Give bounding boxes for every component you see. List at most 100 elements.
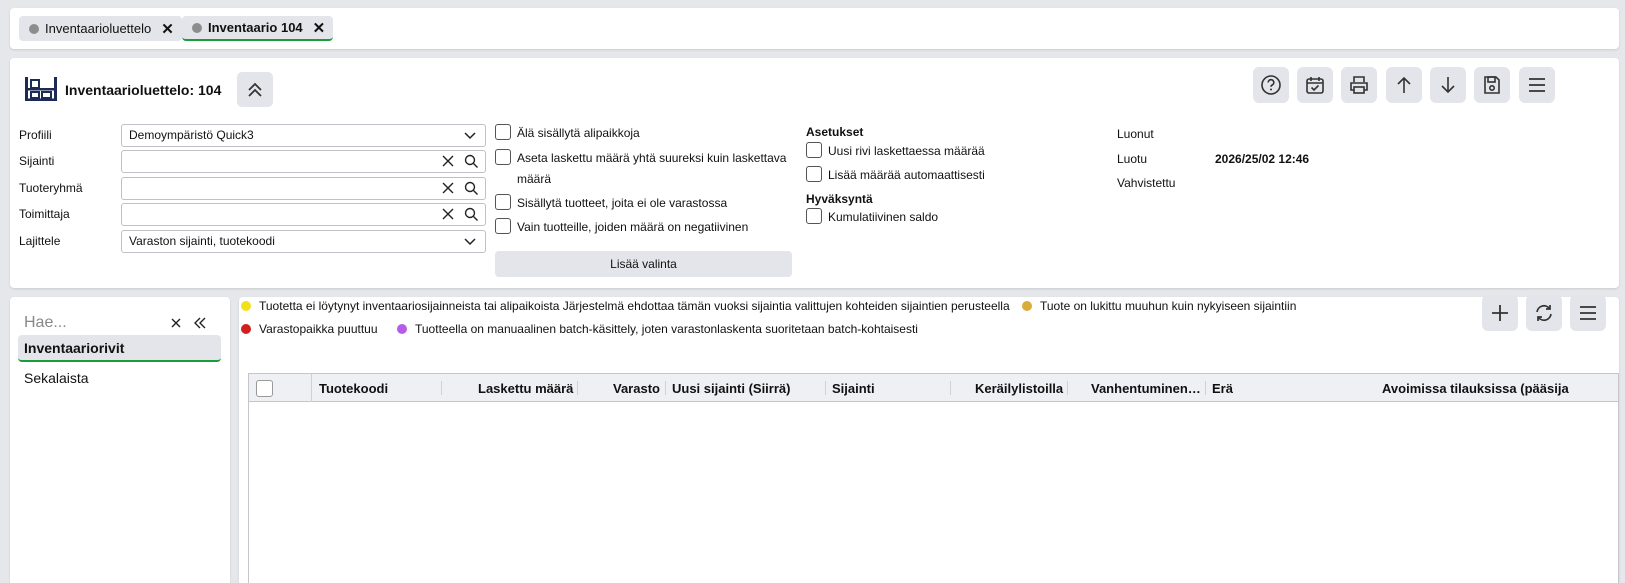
plus-icon xyxy=(1490,303,1510,323)
checkbox[interactable] xyxy=(806,166,822,182)
option-label: Sisällytä tuotteet, joita ei ole varasto… xyxy=(517,196,728,210)
search-input[interactable]: Hae... xyxy=(24,314,67,332)
option-label: Uusi rivi laskettaessa määrää xyxy=(828,144,985,158)
page-title: Inventaarioluettelo: 104 xyxy=(65,82,222,98)
search-icon[interactable] xyxy=(464,154,479,169)
grid-menu-button[interactable] xyxy=(1570,295,1606,331)
help-button[interactable] xyxy=(1253,67,1289,103)
location-label: Sijainti xyxy=(19,154,55,168)
include-not-in-stock-option[interactable]: Sisällytä tuotteet, joita ei ole varasto… xyxy=(495,193,727,214)
column-divider xyxy=(950,381,951,395)
confirmed-label: Vahvistettu xyxy=(1117,176,1176,190)
profile-label: Profiili xyxy=(19,128,52,142)
sidebar-item-sekalaista[interactable]: Sekalaista xyxy=(18,365,221,392)
tab-bar: Inventaarioluettelo ✕ Inventaario 104 ✕ xyxy=(10,8,1619,49)
settings-heading: Asetukset xyxy=(806,125,864,139)
clear-icon[interactable] xyxy=(441,207,455,221)
sort-value: Varaston sijainti, tuotekoodi xyxy=(129,234,275,248)
option-label: Älä sisällytä alipaikkoja xyxy=(517,126,640,140)
clear-icon[interactable] xyxy=(441,181,455,195)
checkbox[interactable] xyxy=(495,218,511,234)
grid-header: Tuotekoodi Laskettu määrä Varasto Uusi s… xyxy=(249,374,1618,402)
location-input[interactable] xyxy=(121,150,486,173)
column-header[interactable]: Keräilylistoilla xyxy=(975,381,1063,396)
search-icon[interactable] xyxy=(464,181,479,196)
collapse-left-icon[interactable] xyxy=(193,316,207,330)
profile-select[interactable]: Demoympäristö Quick3 xyxy=(121,124,486,147)
clear-icon[interactable] xyxy=(170,317,182,329)
column-header[interactable]: Laskettu määrä xyxy=(478,381,573,396)
close-icon[interactable]: ✕ xyxy=(313,19,326,37)
print-icon xyxy=(1348,74,1370,96)
save-button[interactable] xyxy=(1474,67,1510,103)
column-header[interactable]: Vanhentuminen… xyxy=(1091,381,1201,396)
calendar-check-icon xyxy=(1304,74,1326,96)
option-label: Kumulatiivinen saldo xyxy=(828,210,939,224)
tab-inventaario-104[interactable]: Inventaario 104 ✕ xyxy=(182,16,334,41)
search-icon[interactable] xyxy=(464,207,479,222)
save-icon xyxy=(1481,74,1503,96)
column-header[interactable]: Tuotekoodi xyxy=(319,381,388,396)
arrow-up-icon xyxy=(1393,74,1415,96)
add-row-button[interactable] xyxy=(1482,295,1518,331)
chevron-down-icon xyxy=(464,235,476,247)
legend-text: Tuotteella on manuaalinen batch-käsittel… xyxy=(415,322,918,336)
sort-select[interactable]: Varaston sijainti, tuotekoodi xyxy=(121,230,486,253)
collapse-button[interactable] xyxy=(237,72,273,107)
supplier-input[interactable] xyxy=(121,203,486,226)
column-divider xyxy=(1067,381,1068,395)
column-header[interactable]: Erä xyxy=(1212,381,1233,396)
legend-item: Tuote on lukittu muuhun kuin nykyiseen s… xyxy=(1022,299,1296,313)
move-up-button[interactable] xyxy=(1386,67,1422,103)
checkbox[interactable] xyxy=(495,149,511,165)
checkbox[interactable] xyxy=(806,208,822,224)
column-divider xyxy=(441,381,442,395)
confirm-button[interactable] xyxy=(1297,67,1333,103)
amber-dot-icon xyxy=(1022,301,1032,311)
close-icon[interactable]: ✕ xyxy=(161,20,174,38)
cumulative-option[interactable]: Kumulatiivinen saldo xyxy=(806,207,938,228)
checkbox[interactable] xyxy=(495,194,511,210)
checkbox[interactable] xyxy=(806,142,822,158)
sort-label: Lajittele xyxy=(19,234,61,248)
print-button[interactable] xyxy=(1341,67,1377,103)
add-selection-button[interactable]: Lisää valinta xyxy=(495,251,792,277)
clear-icon[interactable] xyxy=(441,154,455,168)
column-header[interactable]: Uusi sijainti (Siirrä) xyxy=(672,381,790,396)
sidebar-item-inventaariorivit[interactable]: Inventaariorivit xyxy=(18,335,221,362)
column-divider xyxy=(311,374,312,402)
inventory-shelf-icon xyxy=(24,74,58,102)
sidebar: Hae... Inventaariorivit Sekalaista xyxy=(10,297,230,583)
product-group-label: Tuoteryhmä xyxy=(19,181,83,195)
refresh-icon xyxy=(1533,302,1555,324)
created-label: Luotu xyxy=(1117,152,1148,166)
red-dot-icon xyxy=(241,324,251,334)
move-down-button[interactable] xyxy=(1430,67,1466,103)
column-header[interactable]: Varasto xyxy=(613,381,660,396)
column-header[interactable]: Sijainti xyxy=(832,381,875,396)
legend-text: Tuote on lukittu muuhun kuin nykyiseen s… xyxy=(1040,299,1297,313)
option-label: Vain tuotteille, joiden määrä on negatii… xyxy=(517,220,749,234)
created-value: 2026/25/02 12:46 xyxy=(1215,152,1310,166)
chevron-down-icon xyxy=(464,129,476,141)
checkbox[interactable] xyxy=(495,124,511,140)
new-row-option[interactable]: Uusi rivi laskettaessa määrää xyxy=(806,141,985,162)
select-all-checkbox[interactable] xyxy=(256,380,273,397)
tab-inventaarioluettelo[interactable]: Inventaarioluettelo ✕ xyxy=(19,16,182,41)
product-group-input[interactable] xyxy=(121,177,486,200)
legend-text: Tuotetta ei löytynyt inventaariosijainne… xyxy=(259,299,1010,313)
tab-label: Inventaario 104 xyxy=(208,20,303,35)
yellow-dot-icon xyxy=(241,301,251,311)
purple-dot-icon xyxy=(397,324,407,334)
column-divider xyxy=(1205,381,1206,395)
profile-value: Demoympäristö Quick3 xyxy=(129,128,254,142)
add-auto-option[interactable]: Lisää määrää automaattisesti xyxy=(806,165,985,186)
column-divider xyxy=(577,381,578,395)
menu-button[interactable] xyxy=(1519,67,1555,103)
no-sublocations-option[interactable]: Älä sisällytä alipaikkoja xyxy=(495,123,640,144)
column-header[interactable]: Avoimissa tilauksissa (pääsija xyxy=(1382,381,1569,396)
set-counted-option[interactable]: Aseta laskettu määrä yhtä suureksi kuin … xyxy=(495,148,786,190)
only-negative-option[interactable]: Vain tuotteille, joiden määrä on negatii… xyxy=(495,217,748,238)
refresh-button[interactable] xyxy=(1526,295,1562,331)
tab-label: Inventaarioluettelo xyxy=(45,21,152,36)
